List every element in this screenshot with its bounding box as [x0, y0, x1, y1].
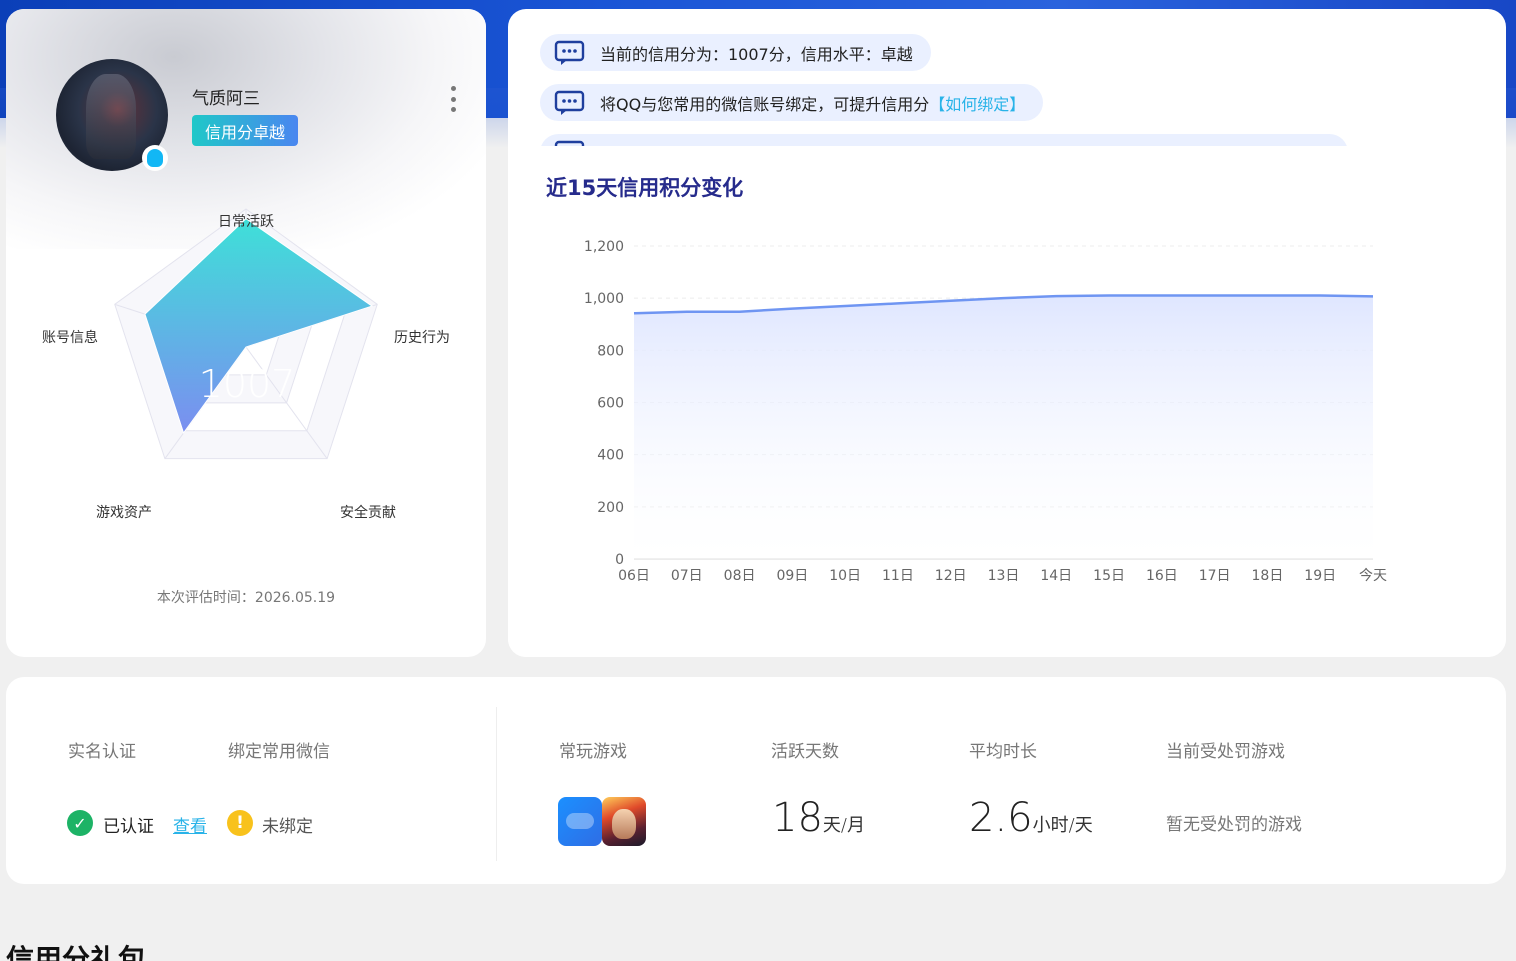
chart-y-tick-label: 400 [597, 448, 624, 464]
gift-section-title: 信用分礼包 [6, 943, 147, 961]
radar-chart: 日常活跃 历史行为 安全贡献 游戏资产 账号信息 1007 [42, 208, 450, 521]
chart-y-tick-label: 200 [597, 500, 624, 516]
radar-label-game-assets: 游戏资产 [96, 505, 152, 521]
radar-label-account-info: 账号信息 [42, 329, 98, 346]
more-options-icon[interactable] [446, 85, 460, 113]
radar-label-daily-active: 日常活跃 [218, 214, 274, 230]
chart-y-ticks: 0 200 400 600 800 1,000 1,200 [584, 239, 624, 568]
game-icon-controller[interactable] [558, 797, 602, 846]
frequent-games-label: 常玩游戏 [559, 742, 627, 762]
chart-x-tick-label: 10日 [829, 568, 861, 584]
chart-y-tick-label: 0 [615, 552, 624, 568]
chart-area-fill [634, 295, 1373, 559]
evaluation-time: 本次评估时间：2026.05.19 [156, 590, 336, 606]
chart-x-tick-label: 12日 [935, 568, 967, 584]
profile-card: 气质阿三 信用分卓越 日常活跃 历史行为 安全贡献 游戏资产 账号信息 1007… [6, 9, 486, 657]
qq-badge-icon [142, 145, 168, 171]
check-circle-icon: ✓ [67, 810, 93, 836]
chart-y-tick-label: 600 [597, 396, 624, 412]
chart-x-tick-label: 11日 [882, 568, 914, 584]
stats-divider [496, 707, 497, 861]
radar-label-security: 安全贡献 [340, 504, 396, 521]
chart-x-ticks: 06日 07日 08日 09日 10日 11日 12日 13日 14日 15日 16日 17日 18日 1… [618, 568, 1387, 584]
chart-x-tick-label: 15日 [1093, 568, 1125, 584]
active-days-unit: 天/月 [822, 815, 865, 836]
account-stats-card: 实名认证 绑定常用微信 ✓ 已认证 查看 ! 未绑定 常玩游戏 活跃天数 18天… [6, 677, 1506, 884]
chart-x-tick-label: 17日 [1199, 568, 1231, 584]
radar-label-history: 历史行为 [394, 330, 450, 346]
active-days-number: 18 [772, 795, 823, 841]
chart-y-tick-label: 1,000 [584, 291, 624, 307]
chart-y-tick-label: 800 [597, 343, 624, 359]
avg-duration-number: 2.6 [969, 795, 1033, 841]
chart-y-tick-label: 1,200 [584, 239, 624, 255]
chart-x-tick-label: 19日 [1304, 568, 1336, 584]
wechat-bind-label: 绑定常用微信 [228, 742, 330, 762]
avg-duration-unit: 小时/天 [1032, 815, 1093, 836]
chart-x-tick-label: 13日 [988, 568, 1020, 584]
credit-line-chart: 0 200 400 600 800 1,000 1,200 06日 07日 08日 09日 10日 1… [584, 239, 1387, 584]
no-penalty-text: 暂无受处罚的游戏 [1166, 815, 1302, 835]
wechat-unbound-status: 未绑定 [262, 817, 313, 837]
chart-x-tick-label: 今天 [1359, 568, 1387, 584]
chart-x-tick-label: 09日 [776, 568, 808, 584]
active-days-value: 18天/月 [772, 795, 865, 841]
penalty-games-label: 当前受处罚游戏 [1166, 742, 1285, 762]
view-verification-link[interactable]: 查看 [173, 812, 207, 837]
active-days-label: 活跃天数 [771, 742, 839, 762]
warning-circle-icon: ! [227, 810, 253, 836]
chart-x-tick-label: 08日 [724, 568, 756, 584]
avg-duration-value: 2.6小时/天 [969, 795, 1093, 841]
chart-x-tick-label: 14日 [1040, 568, 1072, 584]
chart-x-tick-label: 18日 [1252, 568, 1284, 584]
avg-duration-label: 平均时长 [969, 742, 1037, 762]
radar-score: 1007 [199, 362, 296, 406]
chart-x-tick-label: 06日 [618, 568, 650, 584]
credit-level-badge: 信用分卓越 [192, 115, 298, 146]
real-name-label: 实名认证 [68, 742, 136, 762]
chart-x-tick-label: 07日 [671, 568, 703, 584]
credit-chart-card: 当前的信用分为：1007分，信用水平：卓越 将QQ与您常用的微信账号绑定，可提升… [508, 9, 1506, 657]
verified-status: 已认证 [103, 817, 154, 837]
game-icon-honor-of-kings[interactable] [602, 797, 646, 846]
chart-x-tick-label: 16日 [1146, 568, 1178, 584]
username: 气质阿三 [192, 89, 260, 109]
